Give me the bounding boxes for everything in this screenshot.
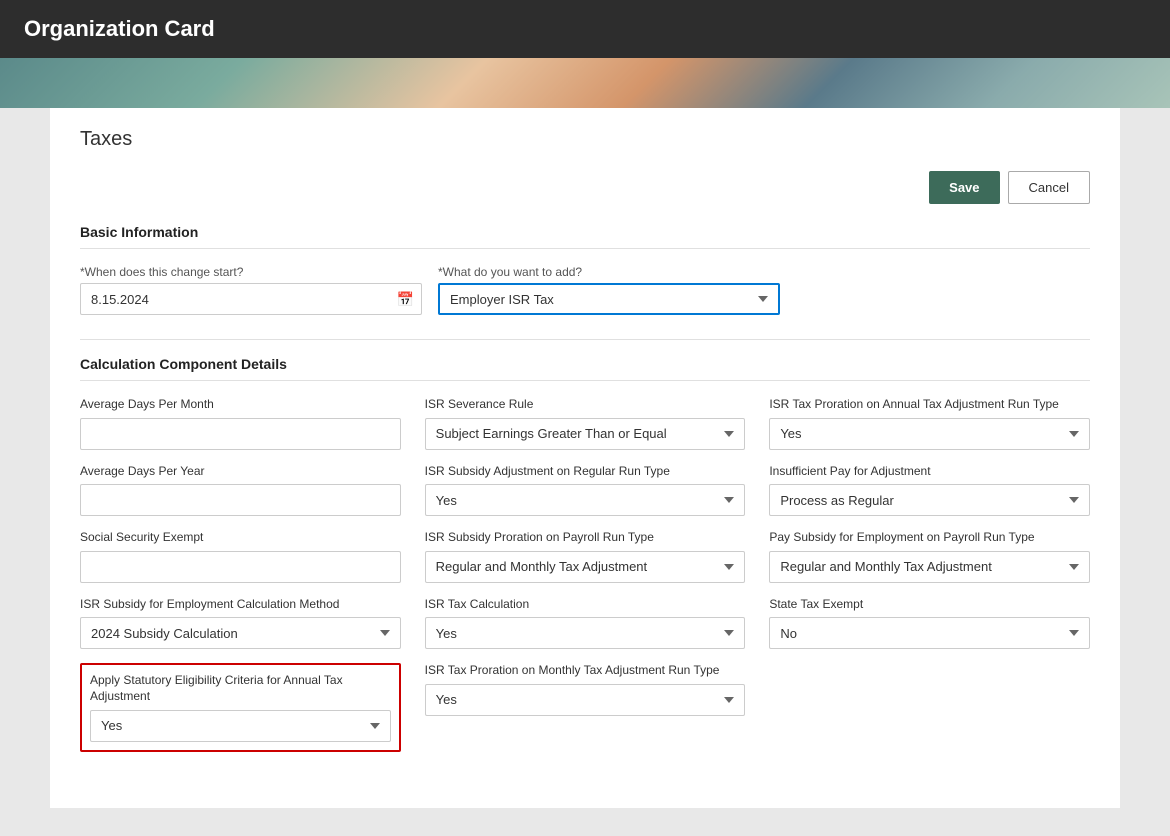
action-bar: Save Cancel xyxy=(80,171,1090,204)
basic-info-grid: *When does this change start? 📅 *What do… xyxy=(80,265,780,315)
insufficient-pay-select[interactable]: Process as Regular xyxy=(769,484,1090,516)
isr-subsidy-adj-regular-label: ISR Subsidy Adjustment on Regular Run Ty… xyxy=(425,464,746,480)
isr-tax-proration-annual-label: ISR Tax Proration on Annual Tax Adjustme… xyxy=(769,397,1090,413)
page-title: Taxes xyxy=(80,128,1090,155)
date-input-wrapper: 📅 xyxy=(80,283,422,315)
isr-subsidy-adj-regular-field: ISR Subsidy Adjustment on Regular Run Ty… xyxy=(425,464,746,517)
isr-tax-calc-select[interactable]: Yes No xyxy=(425,617,746,649)
banner-image xyxy=(0,58,1170,108)
pay-subsidy-employment-field: Pay Subsidy for Employment on Payroll Ru… xyxy=(769,530,1090,583)
add-type-label: *What do you want to add? xyxy=(438,265,780,279)
apply-statutory-label: Apply Statutory Eligibility Criteria for… xyxy=(90,673,391,704)
add-type-select[interactable]: Employer ISR Tax xyxy=(438,283,780,315)
avg-days-month-label: Average Days Per Month xyxy=(80,397,401,413)
start-date-input[interactable] xyxy=(80,283,422,315)
app-title: Organization Card xyxy=(24,16,215,41)
calc-col-1: Average Days Per Month Average Days Per … xyxy=(80,397,401,752)
isr-tax-calc-field: ISR Tax Calculation Yes No xyxy=(425,597,746,650)
apply-statutory-select[interactable]: Yes No xyxy=(90,710,391,742)
isr-tax-proration-monthly-select[interactable]: Yes No xyxy=(425,684,746,716)
insufficient-pay-label: Insufficient Pay for Adjustment xyxy=(769,464,1090,480)
insufficient-pay-field: Insufficient Pay for Adjustment Process … xyxy=(769,464,1090,517)
isr-subsidy-calc-method-label: ISR Subsidy for Employment Calculation M… xyxy=(80,597,401,613)
social-security-exempt-label: Social Security Exempt xyxy=(80,530,401,546)
calc-col-3: ISR Tax Proration on Annual Tax Adjustme… xyxy=(769,397,1090,752)
page-container: Taxes Save Cancel Basic Information *Whe… xyxy=(50,108,1120,808)
isr-severance-rule-select[interactable]: Subject Earnings Greater Than or Equal xyxy=(425,418,746,450)
isr-subsidy-calc-method-select[interactable]: 2024 Subsidy Calculation xyxy=(80,617,401,649)
section-divider xyxy=(80,339,1090,340)
isr-subsidy-calc-method-field: ISR Subsidy for Employment Calculation M… xyxy=(80,597,401,650)
state-tax-exempt-label: State Tax Exempt xyxy=(769,597,1090,613)
isr-tax-proration-monthly-field: ISR Tax Proration on Monthly Tax Adjustm… xyxy=(425,663,746,716)
basic-info-title: Basic Information xyxy=(80,224,1090,249)
calc-col-2: ISR Severance Rule Subject Earnings Grea… xyxy=(425,397,746,752)
isr-severance-rule-label: ISR Severance Rule xyxy=(425,397,746,413)
isr-subsidy-proration-field: ISR Subsidy Proration on Payroll Run Typ… xyxy=(425,530,746,583)
apply-statutory-field: Apply Statutory Eligibility Criteria for… xyxy=(80,663,401,751)
state-tax-exempt-field: State Tax Exempt No Yes xyxy=(769,597,1090,650)
calc-details-title: Calculation Component Details xyxy=(80,356,1090,381)
start-date-label: *When does this change start? xyxy=(80,265,422,279)
pay-subsidy-employment-select[interactable]: Regular and Monthly Tax Adjustment xyxy=(769,551,1090,583)
avg-days-year-field: Average Days Per Year xyxy=(80,464,401,517)
calc-details-section: Calculation Component Details Average Da… xyxy=(80,356,1090,752)
calc-details-grid: Average Days Per Month Average Days Per … xyxy=(80,397,1090,752)
isr-tax-proration-annual-select[interactable]: Yes No xyxy=(769,418,1090,450)
isr-subsidy-proration-select[interactable]: Regular and Monthly Tax Adjustment xyxy=(425,551,746,583)
calendar-icon: 📅 xyxy=(397,291,414,308)
social-security-exempt-field: Social Security Exempt xyxy=(80,530,401,583)
isr-tax-proration-monthly-label: ISR Tax Proration on Monthly Tax Adjustm… xyxy=(425,663,746,679)
isr-subsidy-proration-label: ISR Subsidy Proration on Payroll Run Typ… xyxy=(425,530,746,546)
cancel-button[interactable]: Cancel xyxy=(1008,171,1090,204)
isr-tax-calc-label: ISR Tax Calculation xyxy=(425,597,746,613)
app-header: Organization Card xyxy=(0,0,1170,58)
avg-days-month-field: Average Days Per Month xyxy=(80,397,401,450)
add-type-field-group: *What do you want to add? Employer ISR T… xyxy=(438,265,780,315)
save-button[interactable]: Save xyxy=(929,171,999,204)
isr-tax-proration-annual-field: ISR Tax Proration on Annual Tax Adjustme… xyxy=(769,397,1090,450)
pay-subsidy-employment-label: Pay Subsidy for Employment on Payroll Ru… xyxy=(769,530,1090,546)
state-tax-exempt-select[interactable]: No Yes xyxy=(769,617,1090,649)
basic-info-section: Basic Information *When does this change… xyxy=(80,224,1090,315)
isr-subsidy-adj-regular-select[interactable]: Yes No xyxy=(425,484,746,516)
avg-days-year-input[interactable] xyxy=(80,484,401,516)
avg-days-year-label: Average Days Per Year xyxy=(80,464,401,480)
avg-days-month-input[interactable] xyxy=(80,418,401,450)
start-date-field-group: *When does this change start? 📅 xyxy=(80,265,422,315)
social-security-exempt-input[interactable] xyxy=(80,551,401,583)
isr-severance-rule-field: ISR Severance Rule Subject Earnings Grea… xyxy=(425,397,746,450)
